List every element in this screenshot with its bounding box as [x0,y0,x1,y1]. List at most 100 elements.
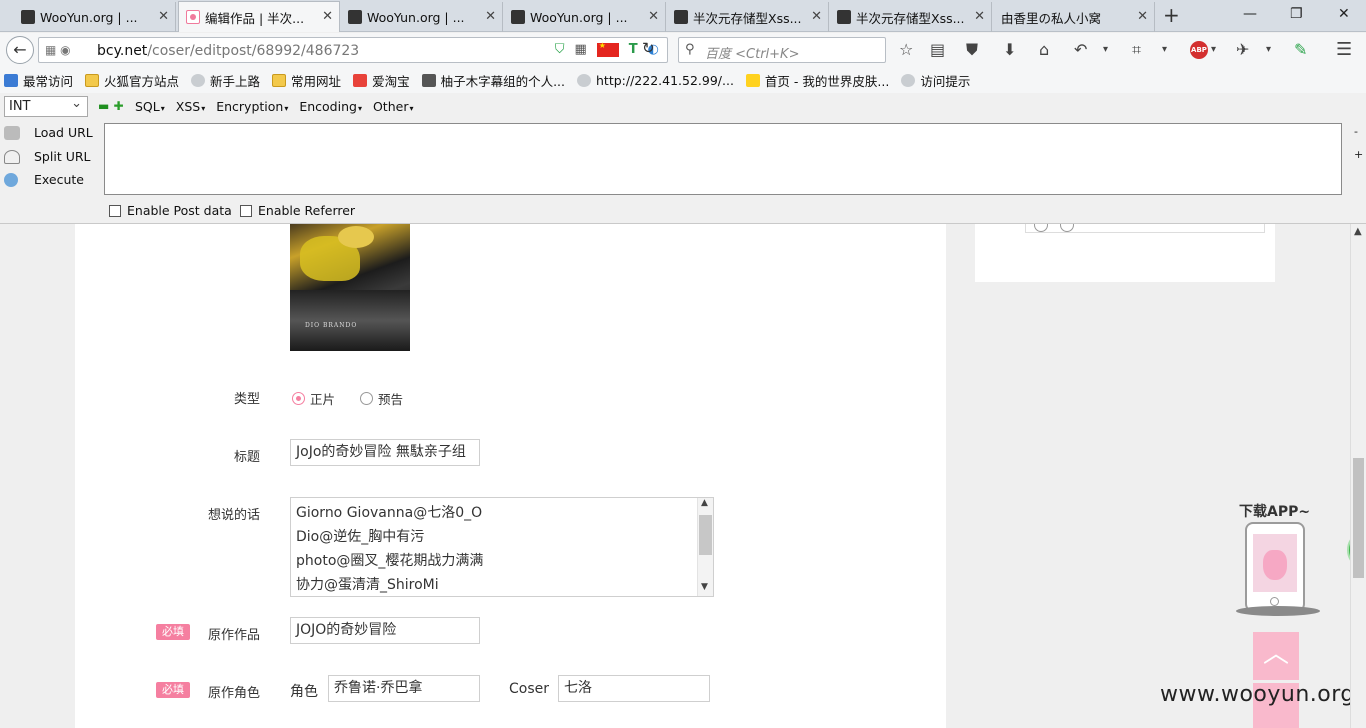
bookmark-firefox[interactable]: 火狐官方站点 [85,71,179,90]
hackbar-menu-encoding[interactable]: Encoding [299,99,362,114]
bookmark-visit-tip[interactable]: 访问提示 [901,71,970,90]
menu-icon[interactable]: ☰ [1336,41,1352,59]
type-option-preview[interactable]: 预告 [360,389,403,408]
bookmark-star-icon[interactable]: ☆ [899,41,913,59]
settings-icon[interactable] [1060,224,1074,232]
scroll-up-icon[interactable]: ▲ [701,498,708,508]
home-icon[interactable]: ⌂ [1039,41,1049,59]
adblock-icon[interactable]: ABP [1190,41,1208,59]
bookmark-common-sites[interactable]: 常用网址 [272,71,341,90]
tab-wooyun-1[interactable]: WooYun.org | ... ✕ [14,2,176,32]
back-button-icon[interactable]: ← [6,36,34,64]
restore-icon[interactable]: ❐ [1290,6,1303,22]
wooyun-favicon-icon [21,10,35,24]
close-tab-icon[interactable]: ✕ [648,9,659,24]
message-textarea[interactable]: Giorno Giovanna@七洛0_O Dio@逆佐_胸中有污 photo@… [290,497,714,597]
tab-wooyun-3[interactable]: WooYun.org | ... ✕ [504,2,666,32]
hackbar-menu-xss[interactable]: XSS [176,99,205,114]
enable-referrer-checkbox[interactable]: Enable Referrer [240,203,355,218]
chevron-down-icon[interactable]: ▾ [1103,41,1108,59]
enable-post-checkbox[interactable]: Enable Post data [109,203,232,218]
page-info-icon[interactable]: ▦ ◉ [45,43,71,57]
crop-screenshot-icon[interactable]: ⌗ [1132,41,1141,59]
close-window-icon[interactable]: ✕ [1338,6,1350,22]
search-box[interactable]: ⚲ 百度 <Ctrl+K> [678,37,886,63]
hackbar-menu: SQL XSS Encryption Encoding Other [135,99,413,114]
hackbar-menu-sql[interactable]: SQL [135,99,165,114]
execute-button[interactable]: Execute [4,172,84,187]
required-badge: 必填 [156,682,190,698]
message-line: Giorno Giovanna@七洛0_O [296,505,483,521]
hackbar-type-select[interactable]: INT [4,94,88,117]
phone-shadow [1236,606,1320,616]
tab-xss-1[interactable]: 半次元存储型Xss... ✕ [667,2,829,32]
reload-icon[interactable]: ↻ [642,39,655,57]
url-bar[interactable]: ▦ ◉ bcy.net/coser/editpost/68992/486723 … [38,37,668,63]
character-input[interactable]: 乔鲁诺·乔巴拿 [328,675,480,702]
type-option-main[interactable]: 正片 [292,389,335,408]
scrollbar-thumb[interactable] [699,515,712,555]
bookmark-taobao[interactable]: 爱淘宝 [353,71,410,90]
load-url-button[interactable]: Load URL [4,125,93,140]
hackbar-url-textarea[interactable] [104,123,1342,195]
close-tab-icon[interactable]: ✕ [811,9,822,24]
hackbar-panel: INT ▬ ✚ SQL XSS Encryption Encoding Othe… [0,93,1366,224]
bookmark-yuzumu[interactable]: 柚子木字幕组的个人... [421,71,565,90]
extension-icon[interactable]: ✈ [1236,41,1249,59]
tab-wooyun-2[interactable]: WooYun.org | ... ✕ [341,2,503,32]
folder-icon [85,73,100,87]
textarea-scrollbar[interactable]: ▲ ▼ [697,498,713,596]
shield-icon[interactable]: ⛉ [555,42,565,57]
bookmark-getting-started[interactable]: 新手上路 [191,71,260,90]
phone-home-button [1270,597,1279,606]
chevron-down-icon[interactable]: ▾ [1211,41,1216,59]
bookmark-minecraft[interactable]: 首页 - 我的世界皮肤... [745,71,889,90]
scrollbar-thumb[interactable] [1353,458,1364,578]
message-line: photo@圈叉_樱花期战力满满 [296,553,484,569]
download-icon[interactable]: ⬇ [1003,41,1016,59]
pocket-icon[interactable]: ⛊ [966,41,978,59]
watermark: www.wooyun.org [1160,682,1350,707]
tab-xss-2[interactable]: 半次元存储型Xss... ✕ [830,2,992,32]
hackbar-menu-encryption[interactable]: Encryption [216,99,288,114]
expand-icon[interactable]: + [1354,148,1363,161]
coser-input[interactable]: 七洛 [558,675,710,702]
phone-icon[interactable] [1245,522,1305,612]
scroll-up-icon[interactable]: ▲ [1354,226,1362,237]
title-input[interactable]: JoJo的奇妙冒险 無駄亲子组 [290,439,480,466]
cover-figure-head [338,226,374,248]
page-scrollbar[interactable]: ▲ [1350,224,1366,728]
shrink-icon[interactable]: - [1354,125,1358,138]
close-tab-icon[interactable]: ✕ [974,9,985,24]
tab-edit-post[interactable]: 编辑作品 | 半次... ✕ [178,1,340,32]
translate-icon[interactable]: T [629,42,638,57]
qr-code-icon[interactable]: ▦ [574,42,586,57]
original-work-input[interactable]: JOJO的奇妙冒险 [290,617,480,644]
close-tab-icon[interactable]: ✕ [1137,9,1148,24]
split-url-button[interactable]: Split URL [4,149,91,164]
close-tab-icon[interactable]: ✕ [485,9,496,24]
close-tab-icon[interactable]: ✕ [158,9,169,24]
bookmark-most-visited[interactable]: 最常访问 [4,71,73,90]
reading-list-icon[interactable]: ▤ [930,41,945,59]
coser-label: Coser [509,681,550,697]
download-app-title[interactable]: 下载APP~ [1239,501,1310,521]
hackbar-menu-other[interactable]: Other [373,99,414,114]
close-tab-icon[interactable]: ✕ [322,9,333,24]
chevron-down-icon[interactable]: ▾ [1266,41,1271,59]
work-label: 原作作品 [207,628,260,643]
scroll-down-icon[interactable]: ▼ [701,582,708,592]
evernote-icon[interactable]: ✎ [1294,41,1307,59]
hackbar-add-remove-icon[interactable]: ▬ ✚ [98,99,124,113]
minimize-icon[interactable]: — [1243,6,1257,22]
info-icon[interactable] [1034,224,1048,232]
bookmark-ip[interactable]: http://222.41.52.99/... [577,73,734,88]
tab-yukari[interactable]: 由香里の私人小窝 ✕ [993,2,1155,32]
new-tab-icon[interactable]: + [1163,5,1180,25]
undo-icon[interactable]: ↶ [1074,41,1087,59]
search-icon: ⚲ [685,42,695,57]
back-to-top-button[interactable]: ︿ [1253,632,1299,680]
navigation-bar: ← ▦ ◉ bcy.net/coser/editpost/68992/48672… [0,33,1366,67]
chevron-down-icon[interactable]: ▾ [1162,41,1167,59]
cover-image[interactable]: DIO BRANDO [290,224,410,351]
